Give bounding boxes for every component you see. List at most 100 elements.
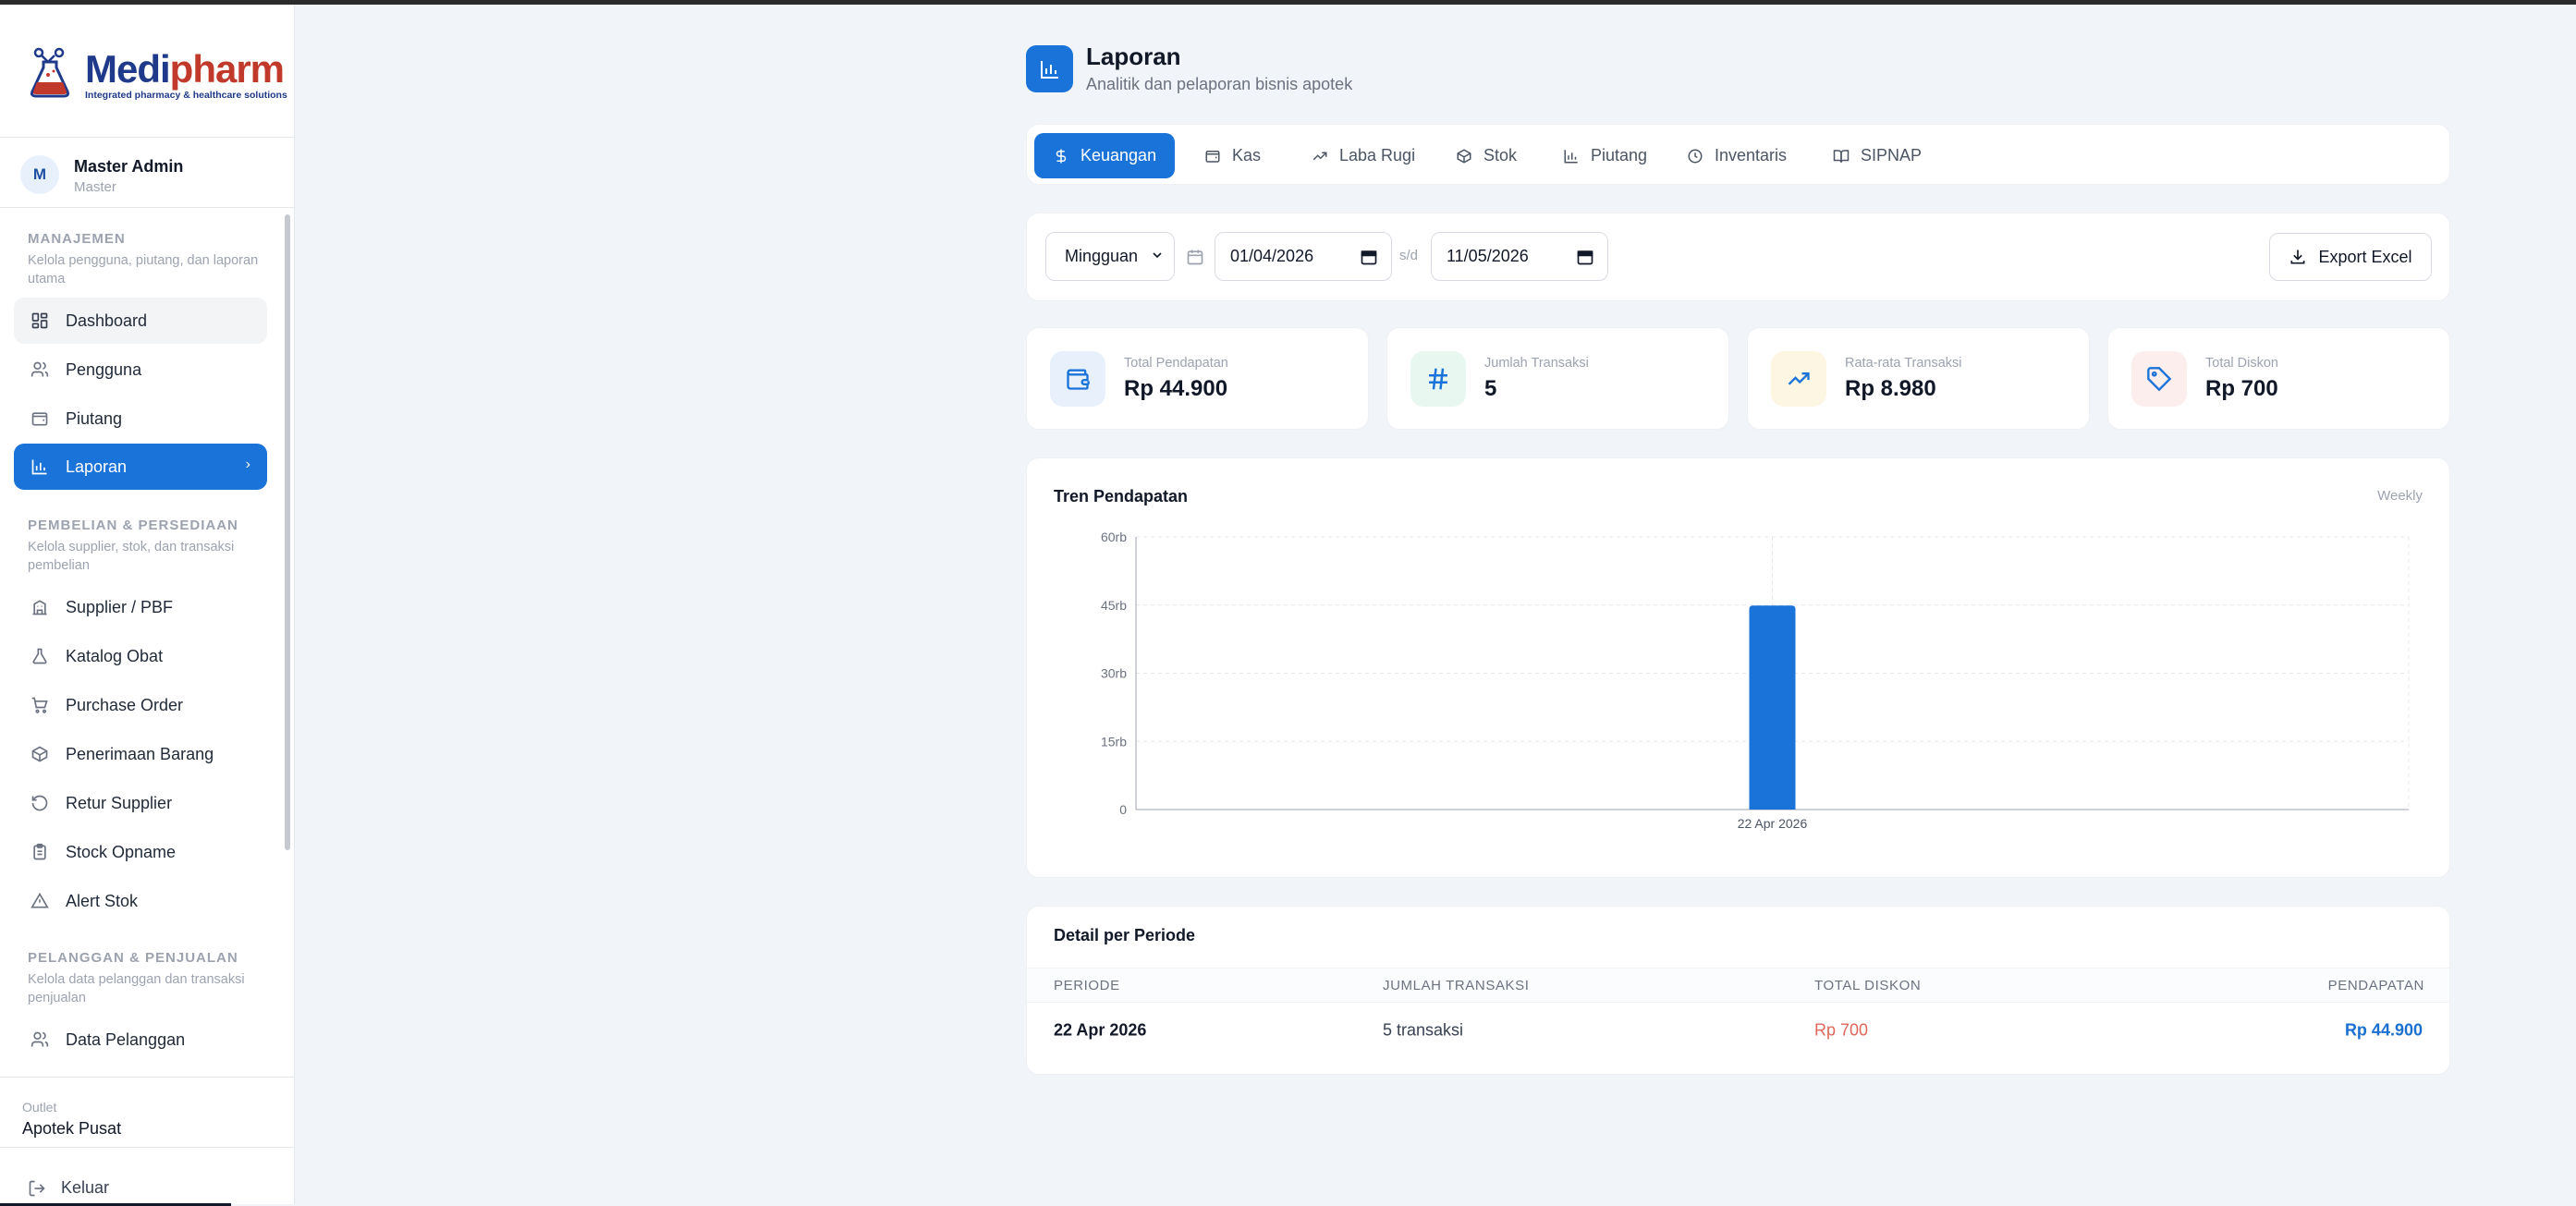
bar-chart-icon [30, 457, 50, 477]
calendar-icon[interactable] [1576, 248, 1594, 271]
export-excel-button[interactable]: Export Excel [2269, 233, 2432, 281]
period-value: Mingguan [1065, 247, 1139, 265]
tab-sipnap[interactable]: SIPNAP [1814, 133, 1940, 178]
sidebar-item-piutang[interactable]: Piutang [14, 396, 267, 442]
page-subtitle: Analitik dan pelaporan bisnis apotek [1086, 75, 1353, 93]
section-title: MANAJEMEN [28, 231, 126, 247]
outlet-label: Outlet [22, 1100, 57, 1115]
tab-piutang[interactable]: Piutang [1544, 133, 1666, 178]
y-tick-label: 60rb [1101, 530, 1127, 544]
sidebar-nav: MANAJEMEN Kelola pengguna, piutang, dan … [0, 213, 281, 1077]
grid-icon [30, 311, 50, 331]
tab-inventaris[interactable]: Inventaris [1668, 133, 1805, 178]
calendar-icon [1186, 248, 1204, 266]
date-from-input[interactable]: 01/04/2026 [1215, 232, 1392, 281]
user-role: Master [74, 179, 116, 195]
book-icon [1833, 148, 1850, 164]
cart-icon [30, 695, 50, 715]
tab-label: Inventaris [1715, 146, 1788, 164]
scrollbar-thumb[interactable] [285, 214, 290, 850]
dollar-icon [1053, 148, 1069, 164]
calendar-icon[interactable] [1360, 248, 1378, 271]
section-description: Kelola pengguna, piutang, dan laporan ut… [28, 253, 259, 286]
chevron-down-icon [1150, 248, 1165, 267]
users-icon [30, 1029, 50, 1050]
sidebar-item-dashboard[interactable]: Dashboard [14, 298, 267, 344]
filter-bar: Mingguan 01/04/2026 s/d 11/05/2026 Expor… [1026, 213, 2450, 301]
sidebar-item-label: Data Pelanggan [66, 1029, 186, 1049]
stat-total-diskon: Total Diskon Rp 700 [2107, 327, 2450, 430]
logo-text: Medipharm [85, 47, 285, 91]
tab-kas[interactable]: Kas [1186, 133, 1279, 178]
sidebar-item-supplier[interactable]: Supplier / PBF [14, 584, 267, 630]
wallet-icon [1204, 148, 1221, 164]
sidebar-item-retur-supplier[interactable]: Retur Supplier [14, 780, 267, 826]
logout-label: Keluar [61, 1178, 110, 1197]
tab-stok[interactable]: Stok [1437, 133, 1535, 178]
divider [0, 137, 295, 138]
stat-value: Rp 700 [2205, 376, 2278, 401]
section-manajemen: MANAJEMEN Kelola pengguna, piutang, dan … [28, 231, 268, 288]
bar-chart-icon [1563, 148, 1580, 164]
sidebar-item-stock-opname[interactable]: Stock Opname [14, 829, 267, 875]
logout-button[interactable]: Keluar [28, 1178, 109, 1198]
tab-label: SIPNAP [1861, 146, 1923, 164]
stat-rata-rata-transaksi: Rata-rata Transaksi Rp 8.980 [1747, 327, 2090, 430]
sidebar-item-purchase-order[interactable]: Purchase Order [14, 682, 267, 728]
stat-label: Total Diskon [2205, 356, 2278, 371]
x-tick-label: 22 Apr 2026 [1738, 816, 1808, 831]
sidebar-item-laporan[interactable]: Laporan › [14, 444, 267, 490]
sidebar-item-alert-stok[interactable]: Alert Stok [14, 878, 267, 924]
date-to-input[interactable]: 11/05/2026 [1431, 232, 1608, 281]
sidebar-scrollbar[interactable] [283, 213, 292, 1077]
users-icon [30, 359, 50, 380]
stat-value: Rp 8.980 [1845, 376, 1936, 401]
period-detail-table: Detail per Periode PERIODE JUMLAH TRANSA… [1026, 906, 2450, 1075]
period-select[interactable]: Mingguan [1045, 232, 1175, 281]
app-logo[interactable]: Medipharm Integrated pharmacy & healthca… [26, 45, 287, 103]
sidebar-item-label: Purchase Order [66, 695, 184, 714]
revenue-trend-chart-card: Tren Pendapatan Weekly 0 15rb 30rb 45rb 60rb… [1026, 457, 2450, 878]
avatar: M [20, 155, 59, 194]
column-header-periode: PERIODE [1054, 977, 1120, 993]
sidebar-item-katalog-obat[interactable]: Katalog Obat [14, 633, 267, 679]
tab-keuangan[interactable]: Keuangan [1034, 133, 1176, 178]
divider [0, 1147, 295, 1148]
tag-icon [2131, 351, 2187, 407]
sidebar-item-label: Supplier / PBF [66, 597, 174, 616]
sidebar-item-label: Dashboard [66, 311, 148, 330]
stat-value: 5 [1484, 376, 1497, 401]
flask-logo-icon [31, 47, 69, 98]
revenue-bar-chart: 0 15rb 30rb 45rb 60rb 22 Apr 2026 [1101, 530, 2410, 831]
user-name: Master Admin [74, 157, 184, 176]
tab-laba-rugi[interactable]: Laba Rugi [1293, 133, 1434, 178]
wallet-icon [1050, 351, 1105, 407]
divider [0, 1077, 295, 1078]
cell-jumlah-transaksi: 5 transaksi [1383, 1020, 1464, 1040]
sidebar-item-pengguna[interactable]: Pengguna [14, 347, 267, 393]
sidebar-item-data-pelanggan[interactable]: Data Pelanggan [14, 1017, 267, 1063]
sidebar-item-penerimaan-barang[interactable]: Penerimaan Barang [14, 731, 267, 777]
sidebar-item-label: Pengguna [66, 359, 142, 379]
logo-tagline: Integrated pharmacy & healthcare solutio… [85, 90, 287, 101]
y-tick-label: 45rb [1101, 598, 1127, 613]
cell-periode: 22 Apr 2026 [1054, 1020, 1147, 1040]
chevron-right-icon: › [245, 457, 250, 472]
stat-total-pendapatan: Total Pendapatan Rp 44.900 [1026, 327, 1369, 430]
sidebar-item-label: Penerimaan Barang [66, 744, 214, 763]
date-from-value: 01/04/2026 [1230, 247, 1314, 265]
table-header: PERIODE JUMLAH TRANSAKSI TOTAL DISKON PE… [1027, 968, 2449, 1003]
section-pelanggan-penjualan: PELANGGAN & PENJUALAN Kelola data pelang… [28, 950, 268, 1007]
y-tick-label: 15rb [1101, 734, 1127, 749]
user-profile[interactable]: M Master Admin Master [20, 153, 279, 200]
trending-up-icon [1312, 148, 1328, 164]
sidebar: Medipharm Integrated pharmacy & healthca… [0, 5, 295, 1206]
clock-icon [1687, 148, 1703, 164]
download-icon [2289, 248, 2307, 266]
y-tick-label: 30rb [1101, 666, 1127, 681]
hash-icon [1410, 351, 1466, 407]
rotate-ccw-icon [30, 793, 50, 813]
bar-chart-icon [1040, 60, 1058, 79]
window-top-bar [0, 0, 2576, 5]
column-header-jumlah-transaksi: JUMLAH TRANSAKSI [1383, 977, 1530, 993]
